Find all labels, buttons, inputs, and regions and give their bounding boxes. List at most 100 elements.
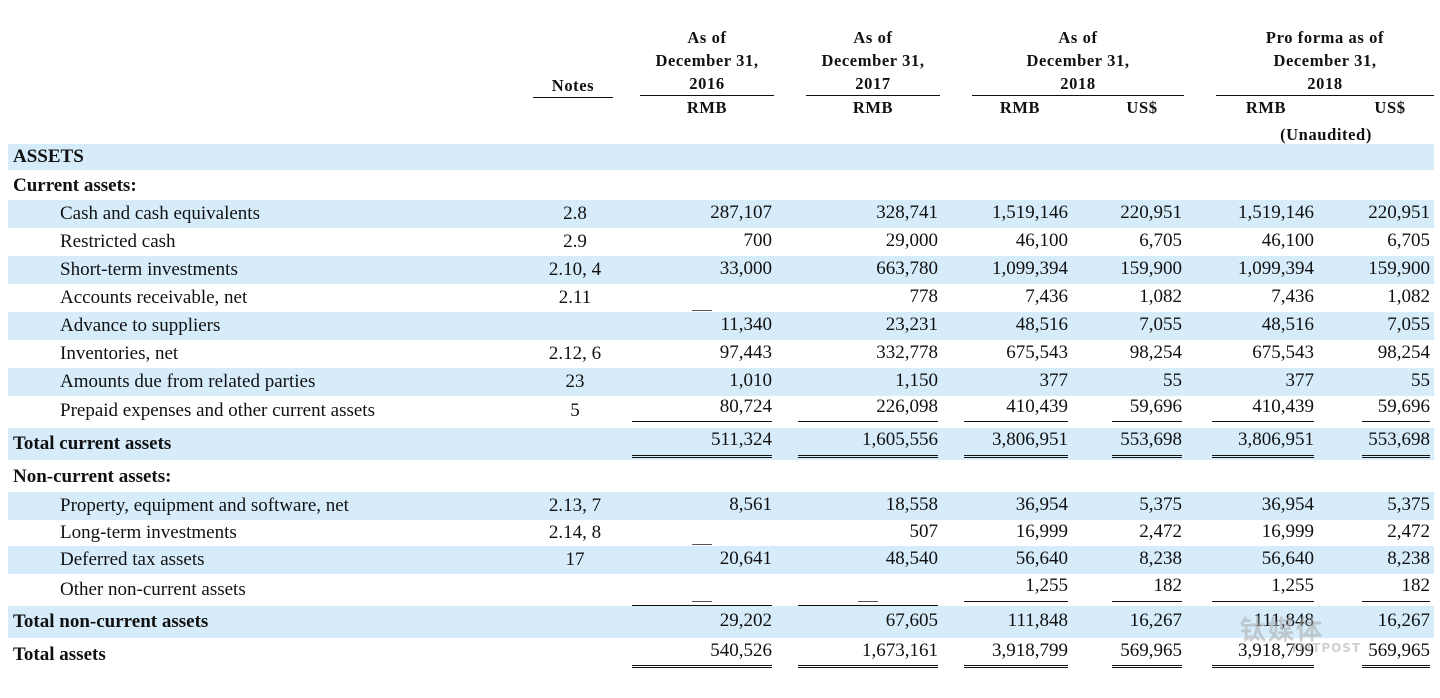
watermark-logo: 钛媒体 TMTPOST [1240,610,1361,655]
table-row: Other non-current assets — — 1,255 182 1,255 1… [8,574,1434,606]
header-pro-line1: Pro forma as of [1265,28,1385,47]
row-value: 6,705 [1139,230,1182,251]
table-row: Total assets 540,526 1,673,161 3,918,799 569… [8,640,1434,670]
row-value: 569,965 [1112,637,1182,668]
row-value: 182 [1112,571,1182,602]
table-row: Current assets: [8,172,1434,200]
row-value: 287,107 [710,202,772,223]
row-value: 56,640 [1261,548,1314,569]
row-value: 97,443 [719,342,772,363]
header-2016-line2: December 31, [655,51,759,70]
row-value: 7,055 [1139,314,1182,335]
row-value: — [632,520,772,548]
row-value: 507 [909,521,939,542]
row-note: 2.11 [558,287,592,308]
row-label: Restricted cash [60,231,176,252]
row-value: 6,705 [1387,230,1430,251]
row-value: 1,605,556 [798,425,938,458]
row-label: Property, equipment and software, net [60,495,349,516]
row-value: 3,806,951 [1212,425,1314,458]
table-row: Inventories, net 2.12, 6 97,443 332,778 675,… [8,340,1434,368]
row-value: 332,778 [876,342,938,363]
row-value: 159,900 [1368,258,1430,279]
watermark-sub-text: TMTPOST [1290,641,1362,655]
nil-dash: — [858,571,878,602]
row-note: 2.10, 4 [548,259,602,280]
row-value: 18,558 [885,494,938,515]
row-value: 540,526 [632,637,772,668]
row-value: 410,439 [1212,393,1314,422]
row-value: 59,696 [1112,393,1182,422]
header-2017-line2: December 31, [821,51,925,70]
row-value: 377 [1285,370,1315,391]
table-row: Short-term investments 2.10, 4 33,000 663,7… [8,256,1434,284]
row-value: — [632,571,772,606]
row-value: 46,100 [1261,230,1314,251]
row-value: 1,673,161 [798,637,938,668]
row-label: Total non-current assets [13,611,209,632]
row-label: Inventories, net [60,343,179,364]
column-header-2016: As of December 31, 2016 RMB [640,26,774,119]
row-value: 8,238 [1139,548,1182,569]
row-value: 1,099,394 [1238,258,1314,279]
row-value: 7,055 [1387,314,1430,335]
row-value: 700 [743,230,773,251]
row-value: 1,082 [1139,286,1182,307]
row-label: Total current assets [13,433,172,454]
row-note: 23 [565,371,585,392]
row-value: 2,472 [1387,521,1430,542]
row-label: ASSETS [13,146,84,167]
row-label: Short-term investments [60,259,238,280]
row-value: 159,900 [1120,258,1182,279]
table-row: ASSETS [8,144,1434,170]
row-value: — [798,571,938,606]
row-value: 675,543 [1252,342,1314,363]
row-value: 663,780 [876,258,938,279]
notes-column-header: Notes [533,74,613,98]
row-value: 1,099,394 [992,258,1068,279]
row-value: 33,000 [719,258,772,279]
header-2017-line1: As of [853,28,893,47]
row-value: 98,254 [1377,342,1430,363]
header-2018-line1: As of [1058,28,1098,47]
row-value: 7,436 [1271,286,1314,307]
row-label: Deferred tax assets [60,549,205,570]
table-row: Deferred tax assets 17 20,641 48,540 56,640 8… [8,546,1434,574]
header-2016-currency: RMB [686,98,728,117]
row-note: 2.13, 7 [548,495,602,516]
header-2017-currency: RMB [852,98,894,117]
table-row: Amounts due from related parties 23 1,010 1… [8,368,1434,396]
row-value: 36,954 [1261,494,1314,515]
row-value: 67,605 [885,610,938,631]
row-value: 1,519,146 [992,202,1068,223]
row-value: 2,472 [1139,521,1182,542]
row-value: 11,340 [720,314,772,335]
row-note: 2.14, 8 [548,522,602,543]
row-value: 8,561 [729,494,772,515]
header-2018-line2: December 31, [1026,51,1130,70]
row-value: 328,741 [876,202,938,223]
row-value: 46,100 [1015,230,1068,251]
row-value: 553,698 [1112,425,1182,458]
row-value: 5,375 [1139,494,1182,515]
row-value: 111,848 [1007,610,1068,631]
row-note: 2.8 [563,203,587,224]
row-label: Current assets: [13,175,137,196]
row-label: Total assets [13,644,106,665]
header-pro-usd: US$ [1374,98,1406,117]
row-value: 16,999 [1015,521,1068,542]
row-value: 8,238 [1387,548,1430,569]
row-value: 553,698 [1362,425,1430,458]
table-row: Cash and cash equivalents 2.8 287,107 328,7… [8,200,1434,228]
row-value: 3,806,951 [964,425,1068,458]
row-value: 1,519,146 [1238,202,1314,223]
row-value: 220,951 [1368,202,1430,223]
row-value: 16,267 [1377,610,1430,631]
row-note: 5 [570,400,580,421]
row-value: 1,255 [1212,571,1314,602]
row-value: 7,436 [1025,286,1068,307]
row-value: 5,375 [1387,494,1430,515]
row-label: Cash and cash equivalents [60,203,260,224]
table-row: Prepaid expenses and other current asset… [8,396,1434,426]
header-2018-year: 2018 [972,72,1184,96]
